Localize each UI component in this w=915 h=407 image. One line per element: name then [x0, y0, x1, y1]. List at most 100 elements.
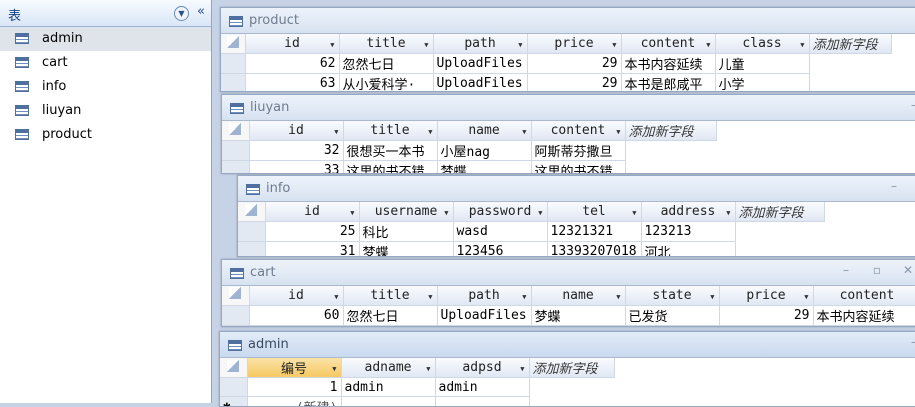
table-cell[interactable]: 123213 [641, 222, 735, 242]
table-cell[interactable]: 梦蝶 [531, 305, 625, 325]
window-titlebar[interactable]: liuyan – [222, 95, 915, 121]
table-row[interactable]: 63 从小爱科学· UploadFiles 29 本书是郎咸平 小学 [221, 74, 891, 93]
column-header[interactable]: 编号▼ [247, 358, 341, 378]
table-cell[interactable]: 很想买一本书 [343, 141, 437, 161]
table-cell[interactable]: 29 [527, 54, 621, 74]
row-selector[interactable] [221, 54, 245, 74]
add-field-header[interactable]: 添加新字段 [809, 34, 891, 54]
row-selector[interactable] [222, 305, 249, 325]
row-selector[interactable] [222, 141, 249, 161]
table-cell[interactable]: 本书内容延续 [813, 305, 915, 325]
table-cell[interactable]: 河北 [641, 242, 735, 258]
table-cell[interactable]: 梦蝶 [359, 242, 453, 258]
table-cell[interactable]: 小学 [715, 74, 809, 93]
column-header[interactable]: id▼ [249, 121, 343, 141]
column-header[interactable]: title▼ [343, 121, 437, 141]
column-header[interactable]: state▼ [625, 286, 719, 305]
nav-item-liuyan[interactable]: liuyan [0, 99, 211, 123]
column-header[interactable]: path▼ [437, 286, 531, 305]
admin-table-window[interactable]: admin – 编号▼ adname▼ adpsd▼ 添加新字段 1 admin… [219, 331, 915, 407]
minimize-icon[interactable]: – [843, 263, 849, 277]
column-header[interactable]: address▼ [641, 202, 735, 222]
minimize-icon[interactable]: – [911, 335, 915, 349]
table-row[interactable]: 31 梦蝶 123456 13393207018 河北 [238, 242, 824, 258]
table-cell[interactable]: UploadFiles [437, 305, 531, 325]
nav-item-product[interactable]: product [0, 123, 211, 147]
row-selector[interactable] [220, 378, 247, 397]
table-cell[interactable]: 梦蝶 [437, 161, 531, 175]
table-cell[interactable]: 这里的书不错 [343, 161, 437, 175]
table-row[interactable]: 1 admin admin [220, 378, 614, 397]
chevron-down-icon[interactable]: ▼ [174, 6, 189, 21]
table-cell[interactable]: 本书是郎咸平 [621, 74, 715, 93]
column-header[interactable]: username▼ [359, 202, 453, 222]
column-header[interactable]: content▼ [621, 34, 715, 54]
table-cell[interactable]: 123456 [453, 242, 547, 258]
select-all-cell[interactable] [222, 286, 249, 305]
table-cell[interactable]: 忽然七日 [343, 305, 437, 325]
close-icon[interactable]: ✕ [903, 263, 913, 277]
column-header[interactable]: adname▼ [341, 358, 435, 378]
window-titlebar[interactable]: product [221, 8, 915, 34]
table-row[interactable]: 25 科比 wasd 12321321 123213 [238, 222, 824, 242]
nav-item-cart[interactable]: cart [0, 51, 211, 75]
add-field-header[interactable]: 添加新字段 [529, 358, 614, 378]
table-cell[interactable]: 本书内容延续 [621, 54, 715, 74]
table-cell[interactable]: 从小爱科学· [339, 74, 433, 93]
table-cell[interactable]: 儿童 [715, 54, 809, 74]
column-header[interactable]: tel▼ [547, 202, 641, 222]
table-row[interactable]: 32 很想买一本书 小屋nag 阿斯蒂芬撒旦 [222, 141, 716, 161]
table-cell[interactable]: 25 [265, 222, 359, 242]
table-cell[interactable] [435, 397, 529, 407]
table-row[interactable]: 60 忽然七日 UploadFiles 梦蝶 已发货 29 本书内容延续 [222, 305, 915, 325]
add-field-header[interactable]: 添加新字段 [735, 202, 824, 222]
table-cell[interactable]: UploadFiles [433, 54, 527, 74]
product-table-window[interactable]: product id▼ title▼ path▼ price▼ content▼… [220, 7, 915, 92]
table-cell[interactable]: 这里的书不错 [531, 161, 625, 175]
table-cell[interactable]: 1 [247, 378, 341, 397]
select-all-cell[interactable] [220, 358, 247, 378]
new-record-cell[interactable]: (新建) [247, 397, 341, 407]
table-cell[interactable]: 31 [265, 242, 359, 258]
table-cell[interactable] [341, 397, 435, 407]
column-header[interactable]: content [813, 286, 915, 305]
column-header[interactable]: title▼ [343, 286, 437, 305]
window-titlebar[interactable]: cart – ▫ ✕ [222, 260, 915, 286]
new-record-row[interactable]: ✱ (新建) [220, 397, 614, 407]
column-header[interactable]: id▼ [249, 286, 343, 305]
column-header[interactable]: adpsd▼ [435, 358, 529, 378]
table-row[interactable]: 62 忽然七日 UploadFiles 29 本书内容延续 儿童 [221, 54, 891, 74]
row-selector[interactable] [221, 74, 245, 93]
table-cell[interactable]: 33 [249, 161, 343, 175]
table-cell[interactable]: 忽然七日 [339, 54, 433, 74]
row-selector[interactable] [238, 242, 265, 258]
window-titlebar[interactable]: admin – [220, 332, 915, 358]
table-cell[interactable]: 阿斯蒂芬撒旦 [531, 141, 625, 161]
select-all-cell[interactable] [221, 34, 245, 54]
table-cell[interactable]: 29 [527, 74, 621, 93]
cart-table-window[interactable]: cart – ▫ ✕ id▼ title▼ path▼ name▼ state▼… [221, 259, 915, 327]
row-selector[interactable]: ✱ [220, 397, 247, 407]
minimize-icon[interactable]: – [911, 98, 915, 112]
table-cell[interactable]: admin [341, 378, 435, 397]
table-row[interactable]: 33 这里的书不错 梦蝶 这里的书不错 [222, 161, 716, 175]
nav-item-admin[interactable]: admin [0, 27, 211, 51]
table-cell[interactable]: 60 [249, 305, 343, 325]
column-header[interactable]: price▼ [527, 34, 621, 54]
table-cell[interactable]: 62 [245, 54, 339, 74]
minimize-icon[interactable]: – [891, 179, 897, 193]
add-field-header[interactable]: 添加新字段 [625, 121, 716, 141]
liuyan-table-window[interactable]: liuyan – id▼ title▼ name▼ content▼ 添加新字段… [221, 94, 915, 174]
column-header[interactable]: class▼ [715, 34, 809, 54]
table-cell[interactable]: 已发货 [625, 305, 719, 325]
table-cell[interactable]: 13393207018 [547, 242, 641, 258]
table-cell[interactable]: 63 [245, 74, 339, 93]
info-table-window[interactable]: info – id▼ username▼ password▼ tel▼ addr… [237, 175, 915, 257]
table-cell[interactable]: 科比 [359, 222, 453, 242]
table-cell[interactable]: UploadFiles [433, 74, 527, 93]
select-all-cell[interactable] [238, 202, 265, 222]
window-titlebar[interactable]: info – [238, 176, 915, 202]
row-selector[interactable] [222, 161, 249, 175]
table-cell[interactable]: wasd [453, 222, 547, 242]
table-cell[interactable]: 12321321 [547, 222, 641, 242]
